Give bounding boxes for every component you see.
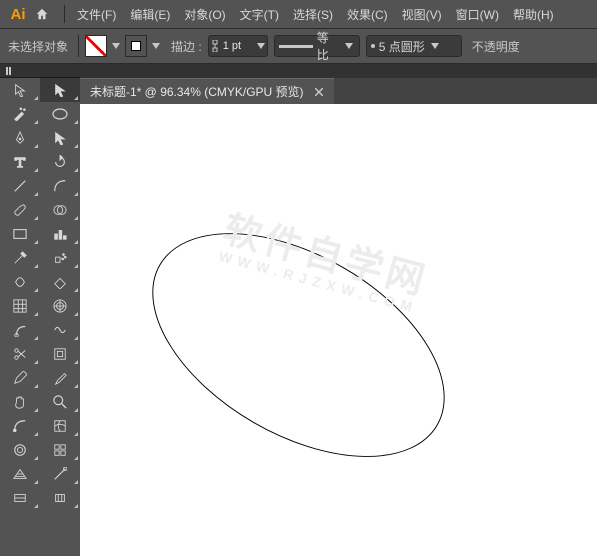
menu-effect[interactable]: 效果(C) [341,4,394,25]
artboard-tool[interactable] [0,438,40,462]
document-tab[interactable]: 未标题-1* @ 96.34% (CMYK/GPU 预览) [80,78,334,104]
menu-window[interactable]: 窗口(W) [450,4,505,25]
fill-swatch[interactable] [85,35,107,57]
free-transform-tool[interactable] [40,270,80,294]
stroke-weight-value: 1 pt [221,40,255,52]
fill-stroke-swatches [85,35,161,57]
rotate-tool[interactable] [40,150,80,174]
selection-tool[interactable] [0,78,40,102]
brush-value: 5 点圆形 [379,38,425,55]
menu-edit[interactable]: 编辑(E) [124,4,176,25]
ellipse-tool[interactable] [40,102,80,126]
type-tool[interactable] [0,150,40,174]
arc-tool[interactable] [40,174,80,198]
scissors-tool[interactable] [0,342,40,366]
paintbrush-tool[interactable] [0,198,40,222]
home-icon[interactable] [32,4,52,24]
tool-panel-header[interactable] [0,64,80,78]
menu-text[interactable]: 文字(T) [234,4,285,25]
pencil-tool[interactable] [0,366,40,390]
stroke-swatch[interactable] [125,35,147,57]
direct-selection-tool[interactable] [40,78,80,102]
selection-status-label: 未选择对象 [8,38,68,55]
stroke-profile-select[interactable]: 等比 [274,35,360,57]
perspective-grid-tool[interactable] [0,462,40,486]
brush-dropdown-icon [429,43,441,49]
wrinkle-tool[interactable] [40,318,80,342]
polar-grid-tool[interactable] [40,294,80,318]
control-separator [78,35,79,57]
menu-select[interactable]: 选择(S) [287,4,339,25]
canvas-area: 未标题-1* @ 96.34% (CMYK/GPU 预览) 软件自学网 WWW.… [80,64,597,556]
app-logo-icon: Ai [6,4,30,24]
panel-collapse-icon[interactable] [6,67,18,75]
print-tiling-tool[interactable] [0,486,40,510]
graph-tool[interactable] [40,222,80,246]
stroke-label: 描边 : [171,38,202,55]
stroke-profile-label: 等比 [317,29,340,63]
menu-file[interactable]: 文件(F) [71,4,122,25]
shape-builder-tool[interactable] [40,198,80,222]
stroke-weight-field[interactable]: 1 pt [208,35,268,57]
document-tab-title: 未标题-1* @ 96.34% (CMYK/GPU 预览) [90,83,304,100]
brush-select[interactable]: 5 点圆形 [366,35,462,57]
drawing-svg [80,104,597,556]
menu-bar: Ai 文件(F) 编辑(E) 对象(O) 文字(T) 选择(S) 效果(C) 视… [0,0,597,28]
doc-gap-bar [80,64,597,78]
slice-tool[interactable] [40,438,80,462]
rectangle-tool[interactable] [0,222,40,246]
anchor-point-tool[interactable] [40,126,80,150]
link-icon[interactable] [209,40,221,52]
menu-view[interactable]: 视图(V) [396,4,448,25]
stroke-profile-dropdown-icon [343,43,354,49]
menu-separator [64,5,65,23]
blend-tool[interactable] [0,318,40,342]
magic-wand-tool[interactable] [0,102,40,126]
smooth-tool[interactable] [40,366,80,390]
tool-panel [0,64,80,556]
zoom-tool[interactable] [40,390,80,414]
workspace: 未标题-1* @ 96.34% (CMYK/GPU 预览) 软件自学网 WWW.… [0,64,597,556]
opacity-label: 不透明度 [472,38,520,55]
gradient-tool[interactable] [0,414,40,438]
close-icon[interactable] [314,87,324,97]
warp-tool[interactable] [0,270,40,294]
control-bar: 未选择对象 描边 : 1 pt 等比 5 点圆形 不透明度 [0,28,597,64]
fill-dropdown-icon[interactable] [111,35,121,57]
brush-dot-icon [371,44,375,48]
hand-tool[interactable] [0,390,40,414]
eyedropper-tool[interactable] [0,246,40,270]
pen-tool[interactable] [0,126,40,150]
rectangular-grid-tool[interactable] [0,294,40,318]
document-tab-bar: 未标题-1* @ 96.34% (CMYK/GPU 预览) [80,78,597,104]
color-guide-tool[interactable] [40,486,80,510]
stroke-weight-dropdown-icon[interactable] [255,43,267,49]
mesh-tool[interactable] [40,414,80,438]
measure-tool[interactable] [40,462,80,486]
symbol-sprayer-tool[interactable] [40,246,80,270]
menu-help[interactable]: 帮助(H) [507,4,560,25]
artboard-canvas[interactable]: 软件自学网 WWW.RJZXW.COM [80,104,597,556]
menu-object[interactable]: 对象(O) [178,4,231,25]
stroke-profile-preview-icon [279,45,313,48]
knife-tool[interactable] [40,342,80,366]
ellipse-shape[interactable] [115,188,482,503]
stroke-dropdown-icon[interactable] [151,35,161,57]
tool-grid [0,78,80,510]
line-tool[interactable] [0,174,40,198]
